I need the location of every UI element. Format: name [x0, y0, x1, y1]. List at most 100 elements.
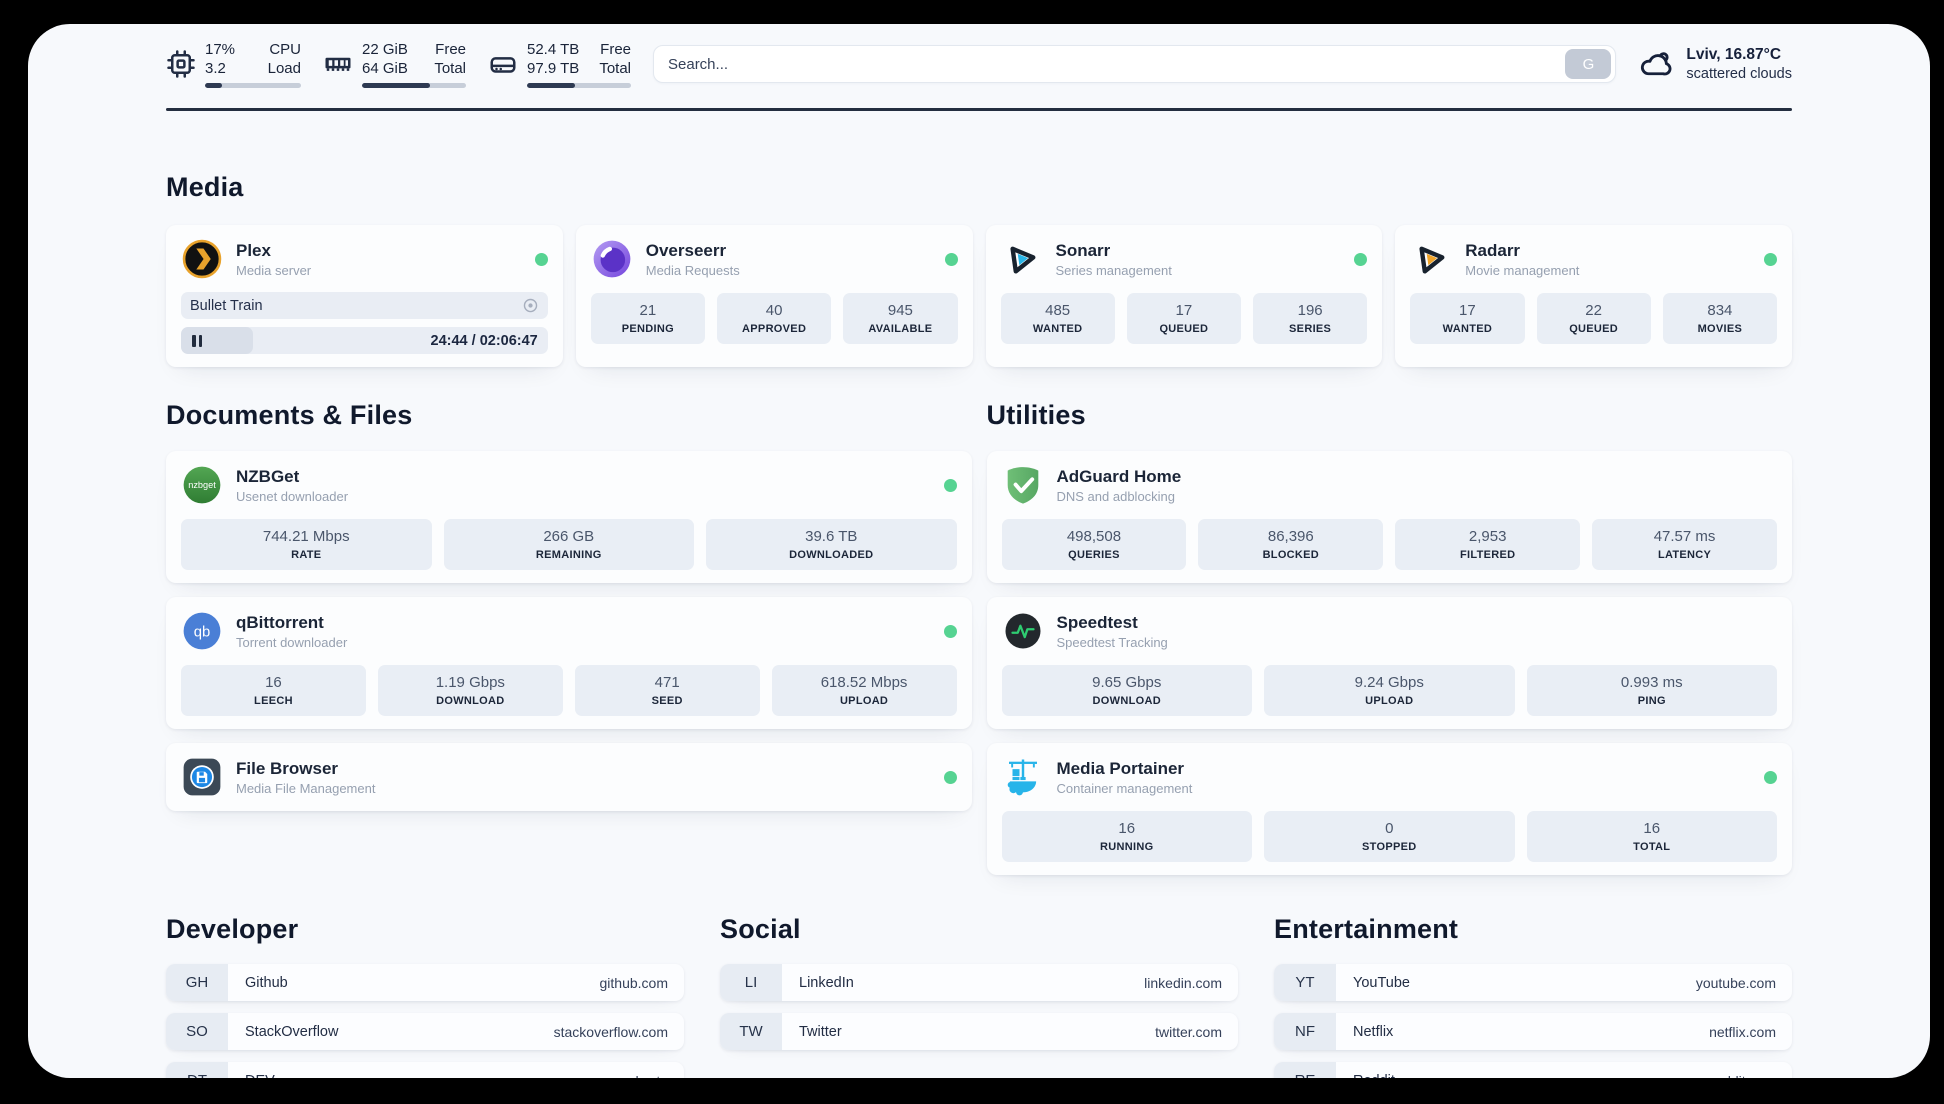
- stat-tile: 39.6 TB DOWNLOADED: [706, 519, 957, 570]
- sonarr-icon: [1001, 238, 1043, 280]
- service-title: Overseerr: [645, 240, 727, 260]
- bookmark-abbr: DT: [166, 1062, 228, 1078]
- service-card-sonarr[interactable]: Sonarr Series management 485 WANTED 17 QUE…: [985, 225, 1383, 367]
- cpu-progress-fill: [205, 83, 223, 88]
- stat-tile: 22 QUEUED: [1536, 293, 1651, 344]
- memory-free-value: 22 GiB: [362, 41, 408, 58]
- stat-tile: 2,953 FILTERED: [1395, 519, 1581, 570]
- stat-tile: 47.57 ms LATENCY: [1592, 519, 1777, 570]
- bookmark-url: stackoverflow.com: [553, 1023, 668, 1040]
- utilities-column: Utilities AdGuard Home DNS and adblockin…: [986, 367, 1792, 875]
- cpu-usage-value: 17%: [205, 41, 236, 58]
- topbar-divider: [166, 108, 1792, 111]
- bookmark-abbr: TW: [720, 1013, 782, 1050]
- disk-total-label: Total: [599, 60, 631, 77]
- bookmark-twitter[interactable]: TW Twitter twitter.com: [720, 1013, 1238, 1050]
- bookmark-url: reddit.com: [1711, 1073, 1792, 1079]
- service-card-radarr[interactable]: Radarr Movie management 17 WANTED 22 QUEUE…: [1395, 225, 1792, 367]
- service-subtitle: Media File Management: [236, 780, 376, 796]
- stat-tile: 17 WANTED: [1410, 293, 1525, 344]
- stat-tile: 21 PENDING: [590, 293, 705, 344]
- service-title: AdGuard Home: [1056, 466, 1182, 486]
- memory-progress-fill: [362, 83, 430, 88]
- bookmark-group-developer: Developer GH Github github.com SO StackO…: [166, 911, 684, 1078]
- stat-tile: 9.24 Gbps UPLOAD: [1264, 665, 1515, 716]
- service-card-plex[interactable]: Plex Media server Bullet Train 24:44 / 0…: [166, 225, 563, 367]
- cpu-chip-icon: [166, 49, 196, 79]
- playback-time: 24:44 / 02:06:47: [430, 332, 538, 349]
- bookmark-url: netflix.com: [1709, 1023, 1776, 1040]
- bookmark-reddit[interactable]: RE Reddit reddit.com: [1274, 1062, 1792, 1078]
- disk-free-value: 52.4 TB: [527, 41, 580, 58]
- overseerr-icon: [591, 238, 633, 280]
- disk-progress-fill: [527, 83, 575, 88]
- service-title: qBittorrent: [236, 612, 324, 632]
- stat-tile: 834 MOVIES: [1662, 293, 1777, 344]
- adguard-icon: [1002, 464, 1044, 506]
- stat-tile: 16 RUNNING: [1001, 811, 1252, 862]
- status-dot: [534, 252, 548, 266]
- bookmark-name: Github: [245, 974, 288, 991]
- search-provider-button[interactable]: G: [1565, 49, 1612, 79]
- service-card-overseerr[interactable]: Overseerr Media Requests 21 PENDING 40 APP…: [575, 225, 973, 367]
- qbittorrent-icon: qb: [181, 610, 223, 652]
- service-subtitle: Media Requests: [645, 262, 740, 278]
- bookmark-youtube[interactable]: YT YouTube youtube.com: [1274, 964, 1792, 1001]
- service-card-filebrowser[interactable]: File Browser Media File Management: [166, 743, 972, 811]
- service-card-portainer[interactable]: Media Portainer Container management 16 R…: [986, 743, 1792, 875]
- service-card-nzbget[interactable]: nzbget NZBGet Usenet downloader 744.21 M…: [166, 451, 972, 583]
- stat-tile: 1.19 Gbps DOWNLOAD: [377, 665, 563, 716]
- portainer-icon: [1002, 756, 1044, 798]
- memory-progress-bar: [362, 83, 466, 88]
- service-card-qbittorrent[interactable]: qb qBittorrent Torrent downloader 16 LEEC…: [166, 597, 972, 729]
- weather-condition: scattered clouds: [1686, 65, 1792, 82]
- bookmark-name: StackOverflow: [245, 1023, 339, 1040]
- bookmark-abbr: SO: [166, 1013, 228, 1050]
- search-bar: G: [653, 45, 1617, 83]
- section-title-documents: Documents & Files: [166, 400, 413, 430]
- bookmark-url: twitter.com: [1155, 1023, 1222, 1040]
- stat-tile: 744.21 Mbps RATE: [181, 519, 432, 570]
- bookmark-netflix[interactable]: NF Netflix netflix.com: [1274, 1013, 1792, 1050]
- circle-dot-icon[interactable]: [522, 297, 539, 314]
- service-card-speedtest[interactable]: Speedtest Speedtest Tracking 9.65 Gbps DO…: [986, 597, 1792, 729]
- bookmark-github[interactable]: GH Github github.com: [166, 964, 684, 1001]
- service-subtitle: Speedtest Tracking: [1056, 634, 1168, 650]
- bookmark-name: LinkedIn: [799, 974, 854, 991]
- memory-total-value: 64 GiB: [362, 60, 408, 77]
- section-title-entertainment: Entertainment: [1274, 914, 1459, 944]
- service-title: Radarr: [1465, 240, 1521, 260]
- service-title: File Browser: [236, 758, 339, 778]
- bookmark-name: YouTube: [1353, 974, 1410, 991]
- cpu-metric: 17% CPU 3.2 Load: [166, 40, 301, 88]
- filebrowser-icon: [181, 756, 223, 798]
- disk-metric: 52.4 TB Free 97.9 TB Total: [488, 40, 631, 88]
- section-title-media: Media: [166, 172, 244, 202]
- service-subtitle: Media server: [236, 262, 312, 278]
- stat-tile: 86,396 BLOCKED: [1198, 519, 1384, 570]
- status-dot: [1354, 252, 1368, 266]
- bookmark-url: github.com: [599, 974, 668, 991]
- disk-icon: [488, 49, 518, 79]
- stat-tile: 471 SEED: [574, 665, 760, 716]
- stat-tile: 196 SERIES: [1253, 293, 1368, 344]
- bookmark-linkedin[interactable]: LI LinkedIn linkedin.com: [720, 964, 1238, 1001]
- stat-tile: 16 TOTAL: [1526, 811, 1777, 862]
- bookmark-group-social: Social LI LinkedIn linkedin.com TW Twitt…: [720, 911, 1238, 1078]
- section-title-social: Social: [720, 914, 801, 944]
- bookmark-url: youtube.com: [1695, 974, 1776, 991]
- bookmark-stackoverflow[interactable]: SO StackOverflow stackoverflow.com: [166, 1013, 684, 1050]
- bookmark-abbr: NF: [1274, 1013, 1336, 1050]
- status-dot: [944, 252, 958, 266]
- cpu-load-value: 3.2: [205, 60, 226, 77]
- service-card-adguard[interactable]: AdGuard Home DNS and adblocking 498,508 Q…: [986, 451, 1792, 583]
- svg-text:qb: qb: [194, 624, 211, 640]
- search-input[interactable]: [668, 55, 1566, 73]
- weather-location-temp: Lviv, 16.87°C: [1686, 45, 1782, 63]
- bookmark-abbr: YT: [1274, 964, 1336, 1001]
- bookmark-dev[interactable]: DT DEV dev.to: [166, 1062, 684, 1078]
- pause-icon[interactable]: [192, 334, 202, 347]
- disk-progress-bar: [527, 83, 631, 88]
- playback-progress-bar[interactable]: 24:44 / 02:06:47: [181, 327, 548, 354]
- memory-free-label: Free: [435, 41, 466, 58]
